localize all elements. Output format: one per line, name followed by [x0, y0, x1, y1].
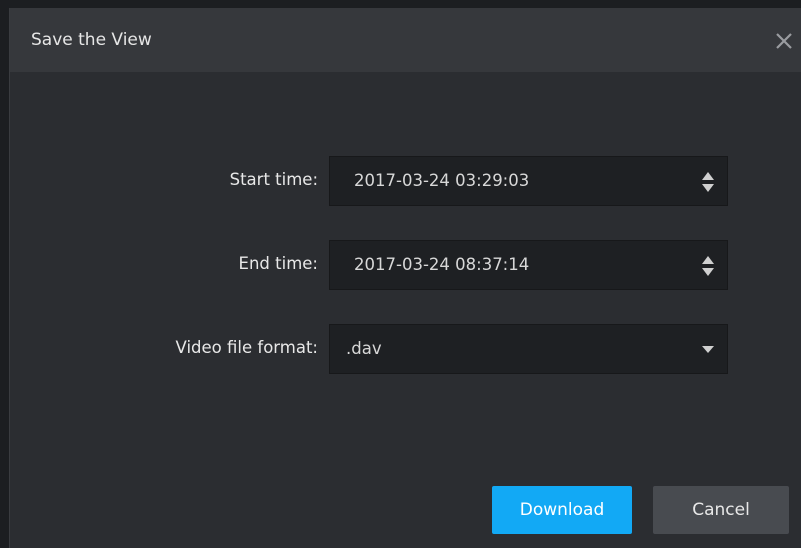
- dialog-titlebar: Save the View: [10, 8, 801, 72]
- up-down-spinner-icon[interactable]: [699, 253, 717, 279]
- dialog-title: Save the View: [31, 30, 152, 50]
- start-time-field[interactable]: 2017-03-24 03:29:03: [329, 156, 728, 206]
- video-format-value: .dav: [346, 339, 382, 358]
- download-button[interactable]: Download: [492, 486, 632, 534]
- video-format-label: Video file format:: [175, 338, 318, 357]
- end-time-label: End time:: [238, 254, 318, 273]
- end-time-value: 2017-03-24 08:37:14: [354, 255, 530, 274]
- close-button[interactable]: [767, 24, 801, 58]
- start-time-value: 2017-03-24 03:29:03: [354, 171, 530, 190]
- chevron-down-icon: [702, 346, 714, 353]
- cancel-button[interactable]: Cancel: [653, 486, 789, 534]
- close-icon: [776, 33, 792, 49]
- start-time-label: Start time:: [229, 170, 318, 189]
- save-view-dialog: Save the View Start time: 2017-03-24 03:…: [9, 8, 801, 548]
- video-format-select[interactable]: .dav: [329, 324, 728, 374]
- end-time-field[interactable]: 2017-03-24 08:37:14: [329, 240, 728, 290]
- up-down-spinner-icon[interactable]: [699, 169, 717, 195]
